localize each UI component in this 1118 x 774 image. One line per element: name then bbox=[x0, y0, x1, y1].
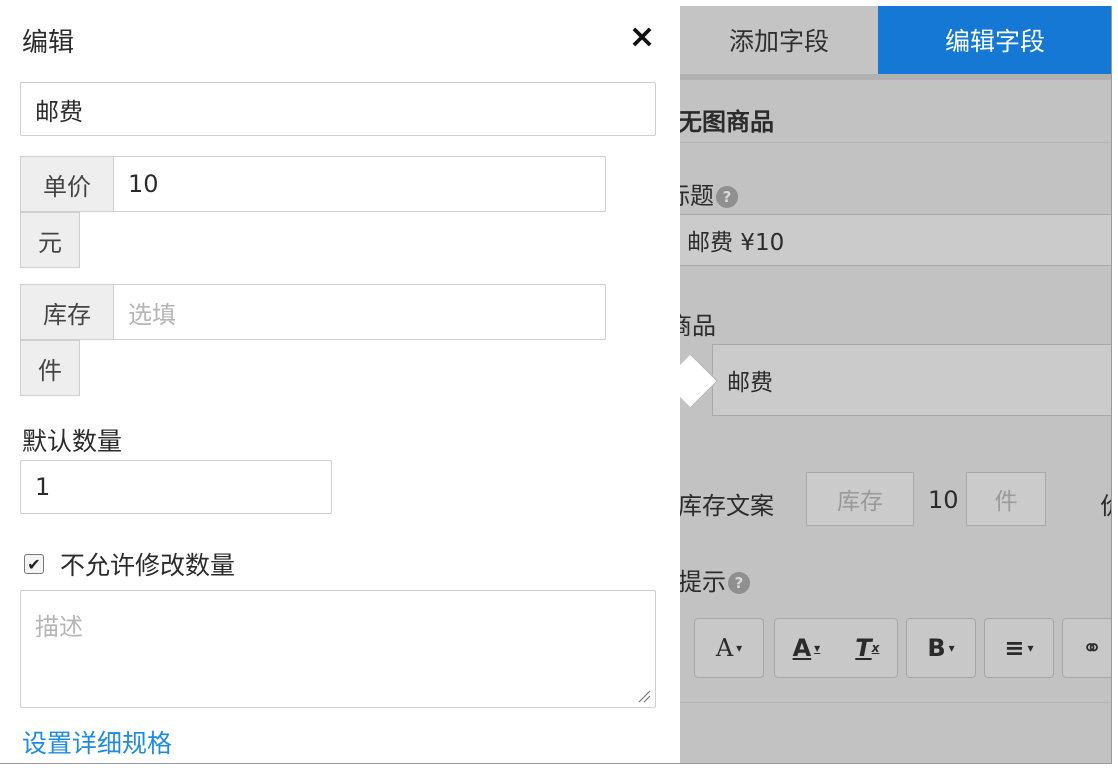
title-display-field[interactable]: 邮费 ¥10 bbox=[680, 214, 1112, 266]
resize-handle-icon[interactable] bbox=[637, 689, 651, 703]
title-label-text: 标题 bbox=[680, 182, 714, 210]
default-quantity-input[interactable]: 1 bbox=[20, 460, 332, 514]
price-unit-addon: 元 bbox=[20, 212, 80, 268]
price-addon: 单价 bbox=[20, 156, 114, 212]
hint-label: 提示? bbox=[680, 562, 750, 597]
close-icon[interactable]: × bbox=[624, 17, 660, 55]
font-size-button[interactable]: A ▾ bbox=[694, 618, 764, 678]
section-divider bbox=[680, 142, 1112, 143]
font-color-icon[interactable]: A ▾ bbox=[793, 634, 821, 662]
stock-addon: 库存 bbox=[20, 284, 114, 340]
stock-unit-addon: 件 bbox=[20, 340, 80, 396]
default-quantity-label: 默认数量 bbox=[22, 427, 123, 456]
stock-input-placeholder: 选填 bbox=[128, 300, 176, 329]
color-format-group: A ▾ Tx bbox=[774, 618, 898, 678]
tab-add-field[interactable]: 添加字段 bbox=[680, 6, 878, 74]
link-icon: ⚭ bbox=[1081, 634, 1103, 662]
align-icon: ≡ ▾ bbox=[1004, 634, 1033, 662]
description-textarea[interactable]: 描述 bbox=[20, 590, 656, 708]
title-display-value: 邮费 ¥10 bbox=[687, 230, 785, 256]
stock-addon-label: 库存 bbox=[43, 300, 91, 329]
item-name-input[interactable]: 邮费 bbox=[20, 82, 656, 136]
stock-unit-input[interactable]: 件 bbox=[966, 472, 1046, 526]
background-panel: 添加字段 编辑字段 无图商品 标题? 邮费 ¥10 商品 邮费 库存文案 库存 … bbox=[680, 6, 1112, 764]
font-size-glyph: A bbox=[715, 634, 734, 662]
align-glyph: ≡ bbox=[1004, 634, 1025, 662]
stock-unit-placeholder: 件 bbox=[994, 489, 1018, 515]
detailed-spec-link[interactable]: 设置详细规格 bbox=[22, 724, 172, 760]
price-unit-label: 元 bbox=[38, 228, 62, 257]
tab-divider bbox=[680, 74, 1112, 80]
stock-unit-label: 件 bbox=[38, 356, 62, 385]
stock-input[interactable]: 选填 bbox=[113, 284, 606, 340]
product-item-value: 邮费 bbox=[727, 370, 773, 396]
price-input[interactable]: 10 bbox=[113, 156, 606, 212]
clear-format-icon[interactable]: Tx bbox=[855, 634, 879, 662]
product-label: 商品 bbox=[680, 312, 716, 340]
chevron-down-icon: ▾ bbox=[948, 641, 955, 655]
stock-count: 10 bbox=[928, 486, 959, 514]
stock-copy-placeholder: 库存 bbox=[837, 489, 883, 515]
link-button[interactable]: ⚭ bbox=[1062, 618, 1112, 678]
product-item-box[interactable]: 邮费 bbox=[712, 344, 1112, 416]
help-icon[interactable]: ? bbox=[716, 186, 738, 208]
price-value: 10 bbox=[128, 170, 159, 198]
tab-edit-field[interactable]: 编辑字段 bbox=[878, 6, 1112, 74]
stock-copy-input[interactable]: 库存 bbox=[806, 472, 914, 526]
edit-popover: 编辑 × 邮费 单价 10 元 库存 选填 件 默认数量 1 ✔ 不允许修改数量… bbox=[0, 6, 680, 764]
lock-quantity-label[interactable]: 不允许修改数量 bbox=[60, 546, 235, 582]
bold-glyph: B bbox=[927, 634, 946, 662]
hint-label-text: 提示 bbox=[680, 568, 726, 596]
cutoff-label: 价 bbox=[1100, 486, 1112, 521]
chevron-down-icon: ▾ bbox=[1027, 641, 1034, 655]
lock-quantity-checkbox[interactable]: ✔ bbox=[24, 554, 44, 574]
hint-help-icon[interactable]: ? bbox=[728, 572, 750, 594]
field-tabs: 添加字段 编辑字段 bbox=[680, 6, 1112, 74]
font-size-icon: A ▾ bbox=[716, 634, 742, 662]
chevron-down-icon: ▾ bbox=[736, 641, 743, 655]
popover-title: 编辑 bbox=[22, 28, 75, 58]
section-title: 无图商品 bbox=[680, 108, 774, 136]
checkmark-icon: ✔ bbox=[27, 554, 41, 574]
bold-icon: B ▾ bbox=[927, 634, 954, 662]
default-quantity-value: 1 bbox=[35, 473, 51, 501]
align-button[interactable]: ≡ ▾ bbox=[984, 618, 1054, 678]
bold-button[interactable]: B ▾ bbox=[906, 618, 976, 678]
item-name-value: 邮费 bbox=[35, 97, 83, 126]
clear-format-glyph: T bbox=[855, 634, 872, 662]
toolbar-divider bbox=[680, 702, 1112, 703]
price-addon-label: 单价 bbox=[43, 172, 91, 201]
stock-copy-label: 库存文案 bbox=[680, 492, 774, 520]
title-label: 标题? bbox=[680, 176, 738, 211]
font-color-glyph: A bbox=[792, 634, 812, 662]
chevron-down-icon: ▾ bbox=[814, 641, 821, 655]
description-placeholder: 描述 bbox=[35, 613, 83, 641]
